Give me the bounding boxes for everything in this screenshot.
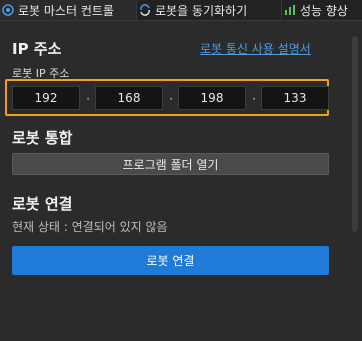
connection-status-text: 현재 상태 : 연결되어 있지 않음 [12,220,168,234]
tab-label: 로봇 마스터 컨트롤 [18,3,114,18]
ip-octet-2-input[interactable]: 168 [95,86,163,110]
integration-section-title: 로봇 통합 [12,129,73,147]
tab-performance[interactable]: 성능 향상 [282,0,362,20]
robot-control-icon [2,4,14,16]
ip-separator: · [86,92,90,106]
connection-section-title: 로봇 연결 [12,195,73,213]
robot-sync-icon [139,4,151,16]
ip-separator: · [169,92,173,106]
tab-bar: 로봇 마스터 컨트롤 로봇을 동기화하기 성능 향상 [0,0,362,21]
tab-label: 성능 향상 [300,3,348,18]
scrollbar[interactable] [352,36,358,232]
ip-octet-3-input[interactable]: 198 [178,86,246,110]
connect-robot-button[interactable]: 로봇 연결 [12,246,329,275]
ip-separator: · [252,92,256,106]
ip-section-title: IP 주소 [12,40,62,58]
tab-robot-master-control[interactable]: 로봇 마스터 컨트롤 [0,0,137,20]
open-program-folder-button[interactable]: 프로그램 폴더 열기 [12,153,329,175]
ip-octet-4-input[interactable]: 133 [261,86,329,110]
bar-chart-icon [284,4,296,16]
robot-comm-manual-link[interactable]: 로봇 통신 사용 설명서 [200,40,311,57]
ip-octet-1-input[interactable]: 192 [12,86,80,110]
tab-robot-sync[interactable]: 로봇을 동기화하기 [137,0,282,20]
tab-label: 로봇을 동기화하기 [155,3,248,18]
